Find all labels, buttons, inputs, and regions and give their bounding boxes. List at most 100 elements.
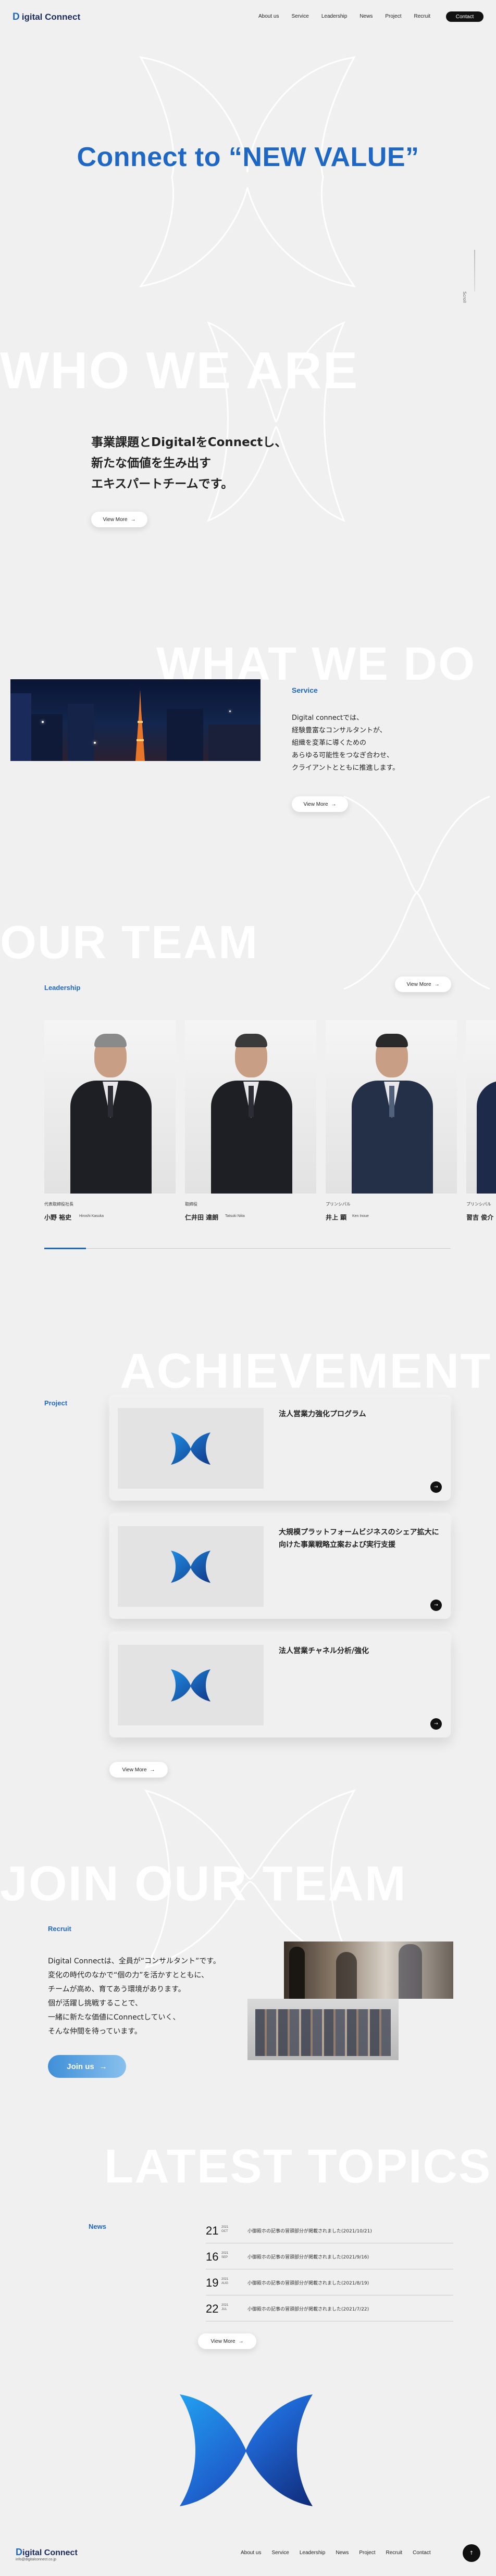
member-photo[interactable]: [185, 1020, 316, 1194]
news-year: 2021: [221, 2304, 229, 2307]
brand-mark-icon: [171, 1669, 210, 1702]
carousel-track[interactable]: [44, 1248, 451, 1249]
footer-logo[interactable]: Digital Connect: [16, 2547, 78, 2558]
news-year-month: 2021 OCT: [221, 2225, 228, 2234]
who-we-are-view-more-button[interactable]: View More →: [91, 512, 147, 527]
news-year: 2021: [221, 2252, 229, 2255]
who-we-are-lead: 事業課題とDigitalをConnectし、 新たな価値を生み出す エキスパート…: [91, 432, 287, 494]
view-more-label: View More: [210, 2338, 235, 2344]
nav-news[interactable]: News: [353, 14, 379, 19]
our-team-watermark: OUR TEAM: [0, 917, 258, 969]
project-thumbnail: [118, 1408, 264, 1489]
project-card[interactable]: 法人営業チャネル分析/強化 →: [109, 1633, 451, 1737]
news-year-month: 2021 AUG: [221, 2277, 228, 2286]
news-item[interactable]: 19 2021 AUG 小御殿ホの記事の冒頭部分が掲載されました(2021/8/1…: [206, 2269, 453, 2295]
arrow-right-icon[interactable]: →: [430, 1481, 442, 1493]
arrow-right-icon[interactable]: →: [430, 1718, 442, 1730]
project-title: 大規模プラットフォームビジネスのシェア拡大に 向けた事業戦略立案および実行支援: [279, 1526, 439, 1551]
arrow-right-icon: →: [99, 2062, 107, 2071]
member-role: プリンシパル: [326, 1202, 351, 1207]
news-year: 2021: [221, 2278, 229, 2281]
what-we-do-shape: [343, 795, 490, 990]
footer-nav: About us Service Leadership News Project…: [235, 2550, 436, 2556]
arrow-right-icon: →: [238, 2338, 244, 2344]
footer-nav-recruit[interactable]: Recruit: [380, 2550, 407, 2556]
back-to-top-button[interactable]: ↑: [463, 2544, 480, 2562]
footer-nav-about-us[interactable]: About us: [235, 2550, 266, 2556]
body-line: 組織を変革に導くための: [292, 739, 367, 747]
project-view-more-button[interactable]: View More →: [109, 1762, 168, 1778]
member-name: 習吉 俊介: [466, 1214, 494, 1221]
service-body: Digital connectでは、 経験豊富なコンサルタントが、 組織を変革に…: [292, 712, 399, 775]
news-item[interactable]: 16 2021 SEP 小御殿ホの記事の冒頭部分が掲載されました(2021/9/1…: [206, 2243, 453, 2269]
service-section-label: Service: [292, 686, 318, 694]
body-line: あらゆる可能性をつなぎ合わせ、: [292, 752, 394, 759]
footer-email[interactable]: info@digitalconnect.co.jp: [16, 2558, 56, 2561]
hero-title: Connect to “NEW VALUE”: [77, 142, 419, 172]
footer-nav-leadership[interactable]: Leadership: [294, 2550, 330, 2556]
arrow-right-icon[interactable]: →: [430, 1600, 442, 1611]
lead-line: エキスパートチームです。: [91, 477, 233, 491]
news-month: AUG: [221, 2282, 229, 2285]
member-photo[interactable]: [466, 1020, 496, 1194]
main-nav: About us Service Leadership News Project…: [252, 14, 437, 19]
footer-nav-contact[interactable]: Contact: [407, 2550, 436, 2556]
logo[interactable]: Digital Connect: [13, 11, 80, 23]
leadership-section-label: Leadership: [44, 984, 81, 992]
join-us-button[interactable]: Join us →: [48, 2055, 126, 2078]
news-item[interactable]: 22 2021 JUL 小御殿ホの記事の冒頭部分が掲載されました(2021/7/2…: [206, 2295, 453, 2321]
member-photo[interactable]: [44, 1020, 176, 1194]
member-name: 井上 顕: [326, 1214, 347, 1221]
news-month: JUL: [221, 2308, 227, 2311]
tokyo-tower-graphic: [135, 690, 145, 761]
logo-text: igital Connect: [21, 12, 81, 22]
news-day: 21: [206, 2224, 219, 2237]
footer-nav-project[interactable]: Project: [354, 2550, 380, 2556]
project-thumbnail: [118, 1526, 264, 1607]
news-year-month: 2021 JUL: [221, 2303, 228, 2312]
title-line: 向けた事業戦略立案および実行支援: [279, 1541, 395, 1549]
body-line: チームが高め、育てあう環境があります。: [48, 1985, 185, 1994]
member-role: プリンシパル: [466, 1202, 491, 1207]
footer-nav-service[interactable]: Service: [266, 2550, 294, 2556]
member-name-en: Ken Inoue: [352, 1214, 369, 1218]
news-month: SEP: [221, 2256, 228, 2259]
nav-leadership[interactable]: Leadership: [315, 14, 353, 19]
news-title: 小御殿ホの記事の冒頭部分が掲載されました(2021/7/22): [247, 2307, 369, 2312]
arrow-right-icon: →: [150, 1767, 155, 1773]
body-line: 変化の時代のなかで“個の力”を活かすとともに、: [48, 1971, 209, 1979]
member-name: 小野 裕史: [44, 1214, 72, 1221]
logo-initial: D: [16, 2547, 22, 2557]
view-more-label: View More: [303, 801, 328, 807]
news-day: 19: [206, 2276, 219, 2289]
news-title: 小御殿ホの記事の冒頭部分が掲載されました(2021/8/19): [247, 2281, 369, 2286]
member-role: 取締役: [185, 1202, 197, 1207]
member-photo[interactable]: [326, 1020, 457, 1194]
brand-mark-icon: [171, 1432, 210, 1465]
news-year: 2021: [221, 2226, 229, 2229]
title-line: 法人営業チャネル分析/強化: [279, 1647, 369, 1655]
nav-service[interactable]: Service: [285, 14, 315, 19]
project-card[interactable]: 法人営業力強化プログラム →: [109, 1397, 451, 1501]
news-view-more-button[interactable]: View More →: [198, 2333, 256, 2349]
nav-recruit[interactable]: Recruit: [407, 14, 437, 19]
footer-nav-news[interactable]: News: [330, 2550, 354, 2556]
contact-button[interactable]: Contact: [446, 11, 483, 22]
site-header: Digital Connect About us Service Leaders…: [0, 0, 496, 33]
project-card[interactable]: 大規模プラットフォームビジネスのシェア拡大に 向けた事業戦略立案および実行支援 …: [109, 1515, 451, 1619]
carousel-thumb[interactable]: [44, 1248, 86, 1249]
view-more-label: View More: [122, 1767, 147, 1773]
leadership-view-more-button[interactable]: View More →: [395, 976, 451, 992]
member-name-en: Hiroshi Kasuka: [79, 1214, 104, 1218]
recruit-section-label: Recruit: [48, 1925, 71, 1933]
nav-about-us[interactable]: About us: [252, 14, 285, 19]
brand-mark-icon: [171, 1550, 210, 1583]
join-watermark: JOIN OUR TEAM: [0, 1856, 407, 1911]
member-name: 仁井田 達朗: [185, 1214, 219, 1221]
project-title: 法人営業力強化プログラム: [279, 1408, 366, 1420]
nav-project[interactable]: Project: [379, 14, 407, 19]
news-item[interactable]: 21 2021 OCT 小御殿ホの記事の冒頭部分が掲載されました(2021/10/…: [206, 2217, 453, 2243]
member-name-en: Tatsuki Niita: [225, 1214, 245, 1218]
news-month: OCT: [221, 2230, 228, 2233]
recruit-photo-collage: [247, 1941, 453, 2061]
